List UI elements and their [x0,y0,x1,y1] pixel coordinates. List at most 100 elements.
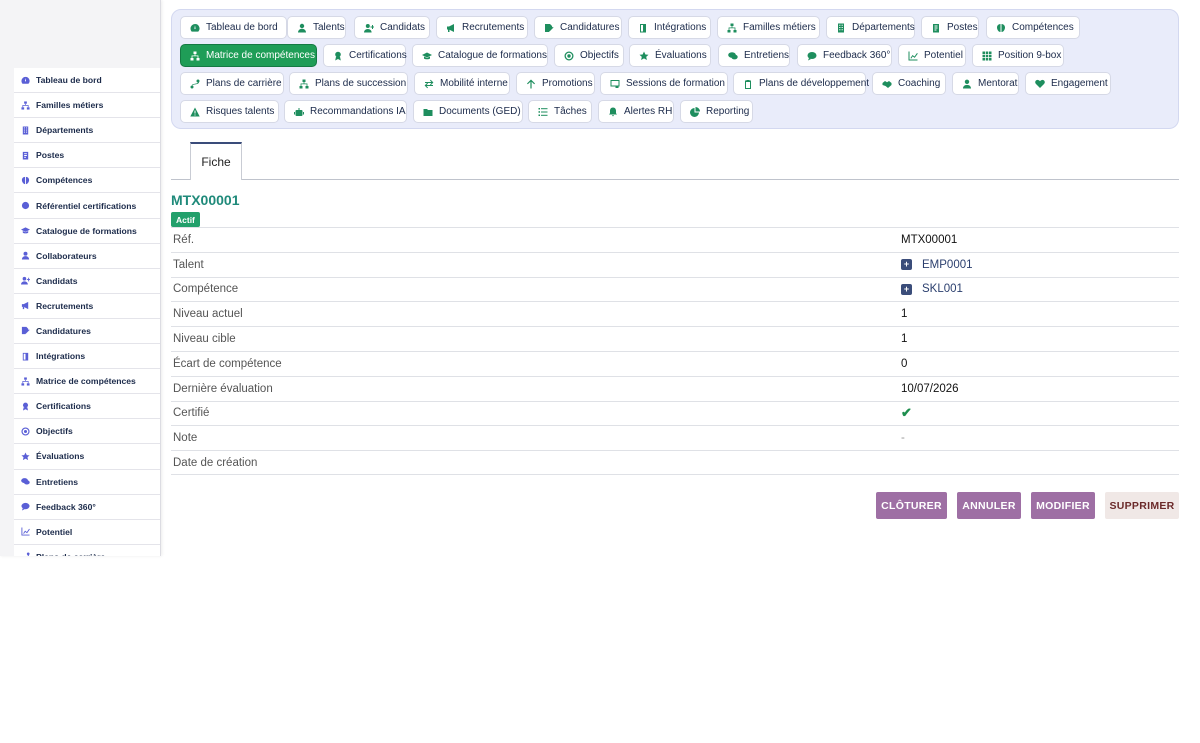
nav-chip-label: Mentorat [978,78,1018,89]
sidebar-item-18[interactable]: Feedback 360° [14,495,160,520]
nav-chip-22[interactable]: Mobilité interne [414,72,510,95]
nav-chip-label: Reporting [706,106,750,117]
sidebar-item-3[interactable]: Départements [14,118,160,144]
nav-chip-28[interactable]: Engagement [1025,72,1111,95]
close-button[interactable]: CLÔTURER [876,492,947,519]
sidebar-item-13[interactable]: Matrice de compétences [14,369,160,395]
nav-chip-21[interactable]: Plans de succession [289,72,408,95]
expand-plus-icon[interactable]: + [901,283,912,295]
nav-chip-23[interactable]: Promotions [516,72,595,95]
nav-chip-18[interactable]: Potentiel [898,44,966,67]
nav-chip-label: Catalogue de formations [438,50,547,61]
sidebar-item-2[interactable]: Familles métiers [14,93,160,119]
star-icon [639,51,649,61]
nav-chip-label: Alertes RH [624,106,673,117]
clipboard-icon [743,79,753,89]
nav-chip-34[interactable]: Reporting [680,100,753,123]
nav-chip-label: Postes [947,22,978,33]
nav-chip-30[interactable]: Recommandations IA [284,100,407,123]
field-value-text: 1 [901,333,908,346]
nav-chip-3[interactable]: Candidats [354,16,430,39]
nav-chip-label: Mobilité interne [440,78,508,89]
nav-chip-8[interactable]: Départements [826,16,915,39]
nav-chip-11[interactable]: Matrice de compétences [180,44,317,67]
nav-chip-29[interactable]: Risques talents [180,100,279,123]
sidebar-item-14[interactable]: Certifications [14,394,160,420]
nav-chip-label: Risques talents [206,106,275,117]
nav-chip-label: Potentiel [924,50,963,61]
nav-chip-31[interactable]: Documents (GED) [413,100,523,123]
nav-chip-26[interactable]: Coaching [872,72,946,95]
sitemap-icon [21,377,36,386]
sidebar-item-9[interactable]: Candidats [14,269,160,294]
nav-chip-7[interactable]: Familles métiers [717,16,820,39]
cancel-button[interactable]: ANNULER [957,492,1021,519]
sidebar-item-17[interactable]: Entretiens [14,470,160,495]
nav-chip-16[interactable]: Entretiens [718,44,790,67]
list-icon [538,107,548,117]
nav-chip-label: Recommandations IA [310,106,406,117]
sidebar-item-8[interactable]: Collaborateurs [14,244,160,269]
nav-chip-10[interactable]: Compétences [986,16,1080,39]
field-label: Certifié [173,407,210,420]
field-value: 1 [899,333,907,345]
sidebar-item-4[interactable]: Postes [14,143,160,169]
sidebar-item-label: Potentiel [36,526,73,537]
nav-chip-32[interactable]: Tâches [528,100,592,123]
file-edit-icon [544,23,554,33]
nav-chip-33[interactable]: Alertes RH [598,100,674,123]
field-value-text: 1 [901,308,908,321]
sidebar-item-label: Référentiel certifications [36,200,137,211]
sidebar-item-1[interactable]: Tableau de bord [14,68,160,94]
sidebar-item-10[interactable]: Recrutements [14,294,160,319]
nav-chip-27[interactable]: Mentorat [952,72,1019,95]
nav-chip-17[interactable]: Feedback 360° [797,44,892,67]
nav-chip-9[interactable]: Postes [921,16,979,39]
nav-chip-label: Tâches [554,106,587,117]
nav-chip-15[interactable]: Évaluations [629,44,711,67]
exchange-icon [424,79,434,89]
nav-chip-1[interactable]: Tableau de bord [180,16,287,39]
tab-bar: Fiche [171,142,1179,180]
field-link[interactable]: + EMP0001 [899,259,973,271]
nav-chip-label: Documents (GED) [439,106,521,117]
sidebar-item-20[interactable]: Plans de carrière [14,545,160,556]
sidebar-item-11[interactable]: Candidatures [14,319,160,345]
nav-chip-12[interactable]: Certifications [323,44,407,67]
nav-chip-19[interactable]: Position 9-box [972,44,1064,67]
sidebar-item-12[interactable]: Intégrations [14,344,160,370]
nav-chip-6[interactable]: Intégrations [628,16,711,39]
detail-table: Réf. MTX00001 Talent + EMP0001 Compétence + SKL… [171,227,1179,475]
heart-icon [1035,79,1045,89]
folder-icon [423,107,433,117]
sidebar-item-label: Feedback 360° [36,501,96,512]
nav-chip-25[interactable]: Plans de développement [733,72,869,95]
sitemap-icon [299,79,309,89]
nav-chip-20[interactable]: Plans de carrière [180,72,284,95]
nav-chip-14[interactable]: Objectifs [554,44,624,67]
nav-chip-24[interactable]: Sessions de formation [600,72,728,95]
expand-plus-icon[interactable]: + [901,259,912,271]
sidebar-item-15[interactable]: Objectifs [14,419,160,445]
field-value-text: - [901,432,905,445]
field-label: Date de création [173,456,258,469]
field-value-text: SKL001 [922,283,963,296]
delete-button[interactable]: SUPPRIMER [1105,492,1179,519]
nav-chip-5[interactable]: Candidatures [534,16,622,39]
file-edit-icon [21,326,36,335]
sidebar-item-label: Plans de carrière [36,552,105,556]
sidebar-item-5[interactable]: Compétences [14,168,160,194]
sidebar-item-7[interactable]: Catalogue de formations [14,219,160,244]
sidebar-item-19[interactable]: Potentiel [14,520,160,545]
sidebar-menu: Tableau de bord Familles métiers Départeme… [14,68,160,556]
nav-chip-4[interactable]: Recrutements [436,16,528,39]
sidebar-item-6[interactable]: Référentiel certifications [14,193,160,219]
tab-fiche[interactable]: Fiche [190,142,242,180]
sidebar-item-label: Entretiens [36,476,79,487]
nav-chip-2[interactable]: Talents [287,16,346,39]
field-link[interactable]: + SKL001 [899,283,963,295]
sidebar-item-16[interactable]: Évaluations [14,444,160,470]
nav-chip-label: Départements [852,22,915,33]
nav-chip-13[interactable]: Catalogue de formations [412,44,548,67]
edit-button[interactable]: MODIFIER [1031,492,1095,519]
